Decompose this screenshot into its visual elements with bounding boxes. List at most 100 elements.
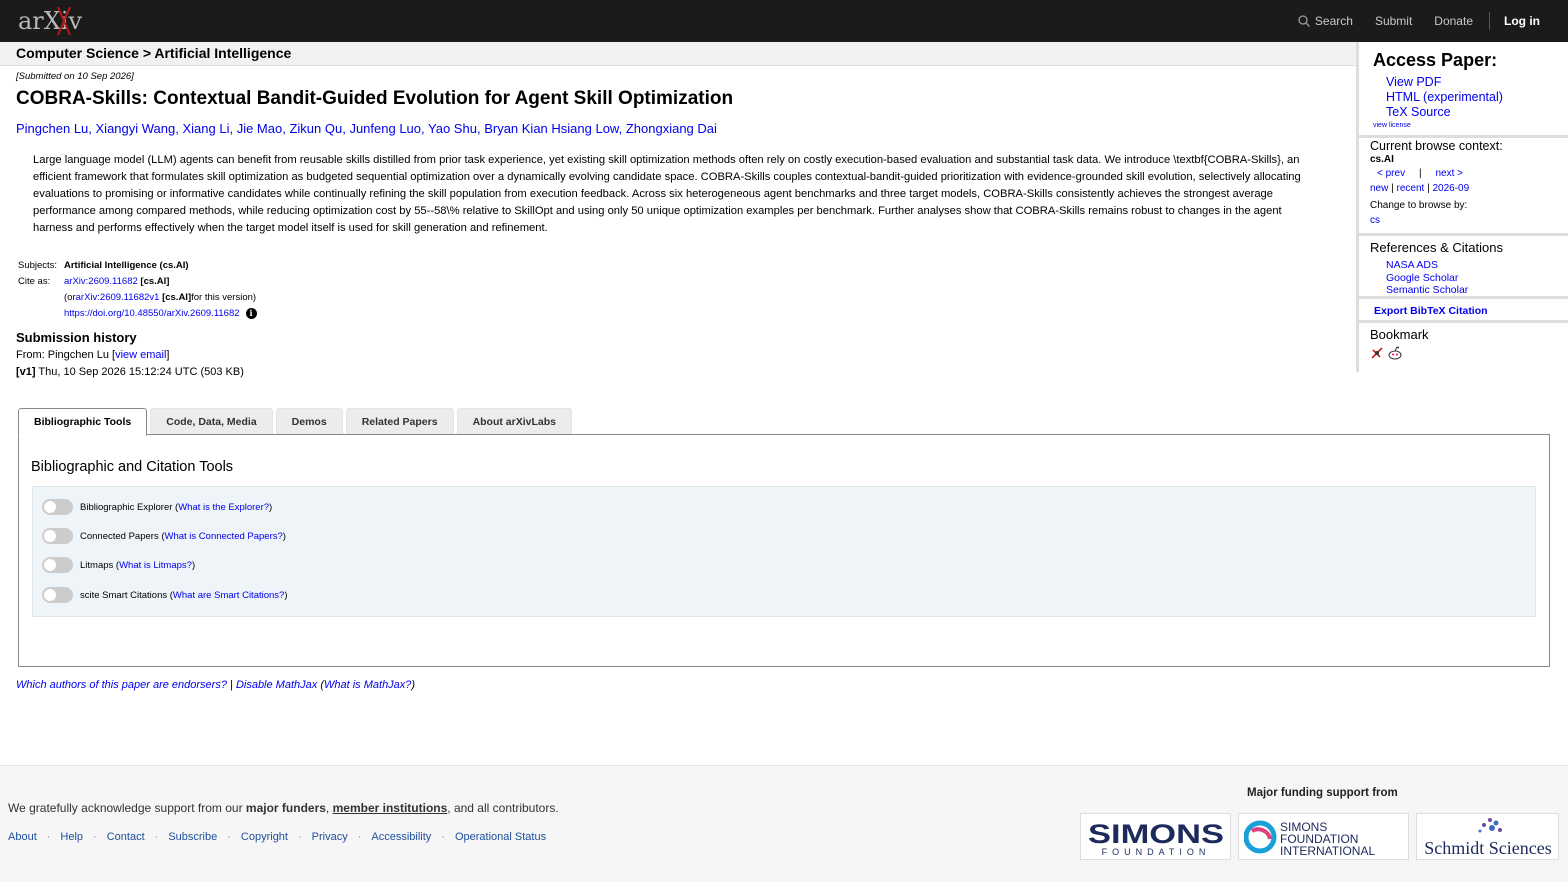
tab-bibliographic-tools[interactable]: Bibliographic Tools — [18, 408, 148, 436]
tool-connected-papers: Connected Papers (What is Connected Pape… — [42, 528, 286, 544]
tool-label-end: ) — [191, 559, 196, 571]
author-link[interactable]: Junfeng Luo — [349, 121, 421, 136]
search-label: Search — [1314, 14, 1353, 28]
tool-label: scite Smart Citations ( — [80, 589, 173, 601]
google-scholar-link[interactable]: Google Scholar — [1386, 272, 1458, 284]
footer-link-privacy[interactable]: Privacy — [312, 831, 348, 843]
tool-label: Litmaps ( — [80, 559, 120, 571]
endorsers-link[interactable]: Which authors of this paper are endorser… — [16, 679, 227, 691]
simons-foundation-international-logo[interactable]: SIMONS FOUNDATION INTERNATIONAL — [1238, 813, 1409, 860]
version-suffix: for this version) — [191, 291, 257, 303]
svg-text:SIMONS: SIMONS — [1088, 819, 1224, 849]
footer-link-subscribe[interactable]: Subscribe — [168, 831, 217, 843]
toggle-switch[interactable] — [42, 499, 73, 515]
footer-link-help[interactable]: Help — [60, 831, 83, 843]
toggle-switch[interactable] — [42, 557, 73, 573]
submit-link[interactable]: Submit — [1375, 14, 1412, 28]
tex-source-link[interactable]: TeX Source — [1386, 105, 1451, 119]
bibsonomy-icon[interactable] — [1370, 346, 1384, 360]
footer-link-accessibility[interactable]: Accessibility — [371, 831, 431, 843]
browse-context-heading: Current browse context: — [1370, 139, 1503, 153]
donate-link[interactable]: Donate — [1434, 14, 1473, 28]
reddit-icon[interactable] — [1387, 346, 1403, 360]
html-link[interactable]: HTML (experimental) — [1386, 90, 1503, 104]
view-pdf-link[interactable]: View PDF — [1386, 75, 1441, 89]
top-nav: Search Submit Donate Log in — [1276, 0, 1540, 42]
ack-text: We gratefully acknowledge support from o… — [8, 801, 246, 815]
listing-nav: new | recent | 2026-09 — [1370, 183, 1470, 194]
breadcrumb-bar: Computer Science > Artificial Intelligen… — [0, 42, 1356, 66]
nasa-ads-link[interactable]: NASA ADS — [1386, 259, 1438, 271]
toggle-switch[interactable] — [42, 587, 73, 603]
version-category: [cs.AI] — [162, 291, 192, 303]
prev-next-nav: < prev | next > — [1377, 168, 1463, 179]
access-paper-heading: Access Paper: — [1373, 50, 1498, 70]
footer: We gratefully acknowledge support from o… — [0, 765, 1568, 882]
author-link[interactable]: Yao Shu — [428, 121, 477, 136]
author-link[interactable]: Jie Mao — [237, 121, 283, 136]
browse-cs-link[interactable]: cs — [1370, 215, 1380, 226]
tool-help-link[interactable]: What is the Explorer? — [178, 502, 269, 513]
schmidt-sciences-logo[interactable]: Schmidt Sciences — [1416, 813, 1559, 860]
prev-link[interactable]: < prev — [1377, 168, 1405, 179]
next-link[interactable]: next > — [1436, 168, 1464, 179]
author-link[interactable]: Zhongxiang Dai — [626, 121, 717, 136]
link-separator: | — [226, 679, 236, 691]
tab-panel: Bibliographic and Citation Tools Bibliog… — [18, 434, 1550, 667]
view-license-link[interactable]: view license — [1373, 122, 1411, 129]
tool-help-link[interactable]: What are Smart Citations? — [173, 590, 284, 601]
doi-link[interactable]: https://doi.org/10.48550/arXiv.2609.1168… — [64, 308, 240, 319]
disable-mathjax-link[interactable]: Disable MathJax — [236, 679, 317, 691]
tool-help-link[interactable]: What is Litmaps? — [119, 560, 192, 571]
version-id-link[interactable]: arXiv:2609.11682v1 — [76, 292, 160, 303]
what-is-mathjax-link[interactable]: What is MathJax? — [324, 679, 411, 691]
search-icon — [1298, 15, 1310, 27]
paper-title: COBRA-Skills: Contextual Bandit-Guided E… — [16, 88, 734, 109]
search-link[interactable]: Search — [1298, 14, 1353, 28]
panel-title: Bibliographic and Citation Tools — [31, 459, 234, 475]
info-icon[interactable]: i — [245, 307, 257, 319]
tool-label-end: ) — [284, 589, 288, 601]
tool-label-end: ) — [282, 530, 286, 542]
login-link[interactable]: Log in — [1504, 14, 1540, 28]
month-link[interactable]: 2026-09 — [1432, 183, 1469, 194]
toggle-switch[interactable] — [42, 528, 73, 544]
tool-label-end: ) — [269, 501, 273, 513]
access-links: View PDF HTML (experimental) TeX Source — [1386, 75, 1503, 120]
svg-text:INTERNATIONAL: INTERNATIONAL — [1280, 844, 1375, 857]
view-email-link[interactable]: view email — [115, 349, 166, 361]
author-link[interactable]: Zikun Qu — [289, 121, 342, 136]
author-link[interactable]: Pingchen Lu — [16, 121, 88, 136]
tab-code-data-media[interactable]: Code, Data, Media — [150, 408, 273, 435]
version-label: [v1] — [16, 366, 36, 378]
footer-link-about[interactable]: About — [8, 831, 37, 843]
tab-demos[interactable]: Demos — [275, 408, 343, 435]
tab-bar: Bibliographic Tools Code, Data, Media De… — [18, 408, 575, 436]
references-links: NASA ADS Google Scholar Semantic Scholar — [1386, 259, 1468, 297]
footer-links: About · Help · Contact · Subscribe · Copyrig… — [8, 831, 547, 843]
recent-link[interactable]: recent — [1397, 183, 1425, 194]
tool-label: Connected Papers ( — [80, 530, 165, 542]
browse-context-category: cs.AI — [1370, 154, 1394, 165]
new-link[interactable]: new — [1370, 183, 1388, 194]
footer-link-status[interactable]: Operational Status — [455, 831, 546, 843]
footer-link-contact[interactable]: Contact — [107, 831, 145, 843]
tool-help-link[interactable]: What is Connected Papers? — [165, 531, 283, 542]
tab-related-papers[interactable]: Related Papers — [345, 408, 454, 435]
arxiv-logo[interactable]: arXiv — [18, 5, 98, 37]
export-bibtex-link[interactable]: Export BibTeX Citation — [1374, 305, 1488, 317]
sidebar: Access Paper: View PDF HTML (experimenta… — [1356, 42, 1568, 372]
top-bar: arXiv Search Submit Donate Log in — [0, 0, 1568, 42]
member-institutions-link[interactable]: member institutions — [333, 801, 448, 815]
footer-link-copyright[interactable]: Copyright — [241, 831, 288, 843]
cite-id-link[interactable]: arXiv:2609.11682 — [64, 276, 138, 287]
breadcrumb: Computer Science > Artificial Intelligen… — [16, 45, 292, 61]
submission-history-heading: Submission history — [16, 330, 137, 345]
simons-foundation-logo[interactable]: SIMONS FOUNDATION — [1080, 813, 1231, 860]
tab-about-arxivlabs[interactable]: About arXivLabs — [456, 408, 572, 435]
author-link[interactable]: Bryan Kian Hsiang Low — [484, 121, 618, 136]
semantic-scholar-link[interactable]: Semantic Scholar — [1386, 284, 1468, 296]
author-link[interactable]: Xiangyi Wang — [96, 121, 176, 136]
svg-text:arXiv: arXiv — [18, 7, 83, 35]
author-link[interactable]: Xiang Li — [182, 121, 229, 136]
